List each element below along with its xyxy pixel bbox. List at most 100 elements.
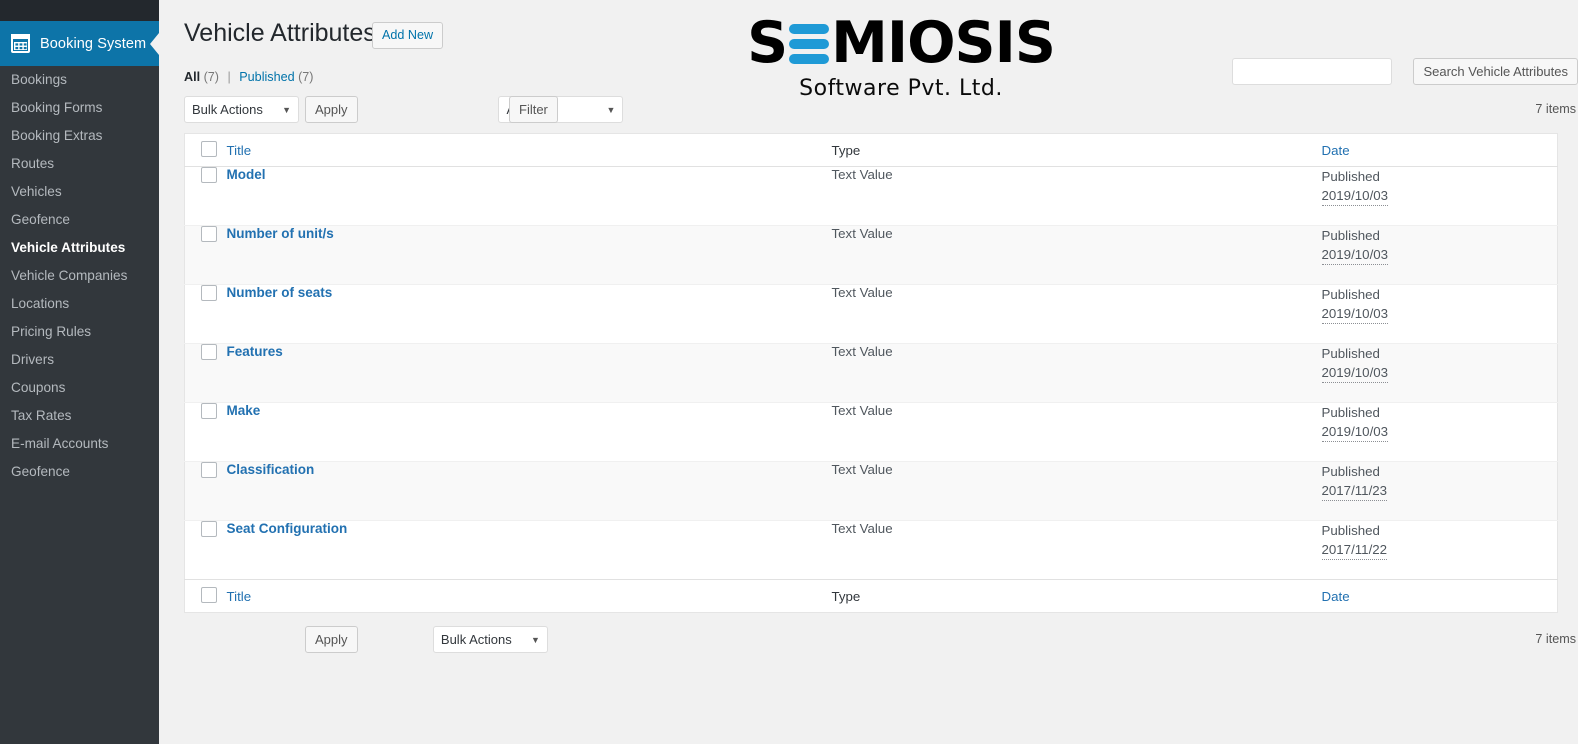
sidebar-brand-label: Booking System	[40, 35, 147, 52]
select-all-checkbox-bottom[interactable]	[201, 587, 217, 603]
column-header-type-label-top: Type	[831, 143, 861, 158]
calendar-icon	[11, 34, 30, 53]
column-header-type-top: Type	[831, 133, 1322, 167]
row-title-link[interactable]: Number of seats	[227, 285, 333, 300]
semiosis-logo: S MIOSIS Software Pvt. Ltd.	[701, 12, 1101, 104]
logo-wordmark: S MIOSIS	[701, 12, 1101, 74]
row-status: Published	[1321, 346, 1380, 361]
table-row: Seat Configuration Text Value Published …	[184, 520, 1558, 580]
view-all-label[interactable]: All	[184, 70, 200, 84]
search-input[interactable]	[1232, 58, 1392, 85]
row-checkbox[interactable]	[201, 521, 217, 537]
row-checkbox-cell	[184, 461, 227, 521]
filter-button[interactable]: Filter	[509, 96, 558, 123]
vehicle-attributes-table: Title Type Date Model Text Value Publish…	[184, 133, 1558, 613]
row-title-link[interactable]: Make	[227, 403, 261, 418]
row-status: Published	[1321, 228, 1380, 243]
row-checkbox[interactable]	[201, 403, 217, 419]
row-date-cell: Published 2019/10/03	[1321, 284, 1558, 344]
row-title-link[interactable]: Seat Configuration	[227, 521, 348, 536]
row-status: Published	[1321, 523, 1380, 538]
bulk-actions-select-bottom[interactable]: Bulk Actions ▼	[432, 626, 548, 653]
sidebar-item-vehicles[interactable]: Vehicles	[0, 178, 159, 206]
row-title-link[interactable]: Classification	[227, 462, 315, 477]
select-all-header-top	[184, 133, 227, 167]
row-checkbox[interactable]	[201, 167, 217, 183]
sidebar-item-email-accounts[interactable]: E-mail Accounts	[0, 430, 159, 458]
view-published-count: (7)	[298, 70, 314, 84]
row-title-cell: Features	[226, 343, 832, 403]
sidebar-item-locations[interactable]: Locations	[0, 290, 159, 318]
logo-word-before: S	[747, 10, 788, 76]
row-date: 2019/10/03	[1321, 186, 1389, 206]
column-header-title-bottom: Title	[226, 579, 832, 613]
sort-title-link-top[interactable]: Title	[227, 143, 252, 158]
row-status: Published	[1321, 169, 1380, 184]
search-submit-button[interactable]: Search Vehicle Attributes	[1413, 58, 1578, 85]
sidebar-item-pricing-rules[interactable]: Pricing Rules	[0, 318, 159, 346]
main-content: Vehicle Attributes Add New S MIOSIS Soft…	[159, 0, 1578, 744]
table-foot: Title Type Date	[184, 579, 1558, 613]
column-header-date-top: Date	[1321, 133, 1558, 167]
row-title-link[interactable]: Features	[227, 344, 283, 359]
select-all-checkbox-top[interactable]	[201, 141, 217, 157]
sidebar-topbar	[0, 0, 159, 21]
row-date-cell: Published 2017/11/23	[1321, 461, 1558, 521]
row-title-cell: Seat Configuration	[227, 521, 832, 580]
add-new-button[interactable]: Add New	[372, 22, 444, 49]
bulk-actions-select-top[interactable]: Bulk Actions ▼	[184, 96, 299, 123]
sidebar-item-vehicle-companies[interactable]: Vehicle Companies	[0, 262, 159, 290]
sidebar: Booking System Bookings Booking Forms Bo…	[0, 0, 159, 744]
sidebar-item-bookings[interactable]: Bookings	[0, 66, 159, 94]
sidebar-item-geofence[interactable]: Geofence	[0, 206, 159, 234]
row-type-cell: Text Value	[831, 225, 1322, 285]
row-checkbox[interactable]	[201, 462, 217, 478]
apply-button-bottom[interactable]: Apply	[305, 626, 358, 653]
sort-title-link-bottom[interactable]: Title	[227, 589, 252, 604]
row-status: Published	[1321, 464, 1380, 479]
sort-date-link-bottom[interactable]: Date	[1322, 589, 1350, 604]
row-title-link[interactable]: Number of unit/s	[227, 226, 334, 241]
column-header-title-top: Title	[226, 133, 832, 167]
page-title: Vehicle Attributes	[184, 19, 376, 47]
sidebar-item-vehicle-attributes[interactable]: Vehicle Attributes	[0, 234, 159, 262]
sidebar-item-geofence-2[interactable]: Geofence	[0, 458, 159, 486]
row-type-cell: Text Value	[831, 521, 893, 536]
row-checkbox[interactable]	[201, 344, 217, 360]
chevron-down-icon: ▼	[282, 105, 291, 115]
row-title-cell: Classification	[226, 461, 832, 521]
sidebar-item-coupons[interactable]: Coupons	[0, 374, 159, 402]
sidebar-item-booking-forms[interactable]: Booking Forms	[0, 94, 159, 122]
row-date: 2017/11/22	[1321, 540, 1388, 560]
sidebar-item-tax-rates[interactable]: Tax Rates	[0, 402, 159, 430]
item-count-bottom: 7 items	[1535, 632, 1576, 646]
row-date-cell: Published 2019/10/03	[1321, 402, 1558, 462]
table-head: Title Type Date	[184, 133, 1558, 167]
sidebar-item-drivers[interactable]: Drivers	[0, 346, 159, 374]
view-published-label[interactable]: Published	[239, 70, 294, 84]
row-type-cell: Text Value	[831, 402, 1322, 462]
row-type-cell: Text Value	[831, 461, 1322, 521]
sidebar-item-booking-extras[interactable]: Booking Extras	[0, 122, 159, 150]
row-date-cell: Published 2019/10/03	[1321, 343, 1558, 403]
row-title-cell: Make	[226, 402, 832, 462]
sidebar-brand-notch	[150, 32, 159, 55]
row-title-link[interactable]: Model	[227, 167, 266, 182]
table-row: Make Text Value Published 2019/10/03	[184, 402, 1558, 462]
row-date-cell: Published 2017/11/22	[1321, 521, 1558, 580]
sidebar-brand[interactable]: Booking System	[0, 21, 159, 66]
table-row: Number of seats Text Value Published 201…	[184, 284, 1558, 344]
row-checkbox-cell	[184, 402, 227, 462]
table-header-row: Title Type Date	[184, 133, 1558, 167]
logo-e-bars-icon	[789, 24, 830, 64]
sidebar-item-routes[interactable]: Routes	[0, 150, 159, 178]
row-checkbox-cell	[184, 225, 227, 285]
row-checkbox[interactable]	[201, 226, 217, 242]
row-checkbox-cell	[185, 521, 227, 580]
row-date: 2019/10/03	[1321, 422, 1389, 442]
row-checkbox[interactable]	[201, 285, 217, 301]
sidebar-menu: Bookings Booking Forms Booking Extras Ro…	[0, 66, 159, 486]
row-title-cell: Number of seats	[226, 284, 832, 344]
apply-button-top[interactable]: Apply	[305, 96, 358, 123]
sort-date-link-top[interactable]: Date	[1322, 143, 1350, 158]
